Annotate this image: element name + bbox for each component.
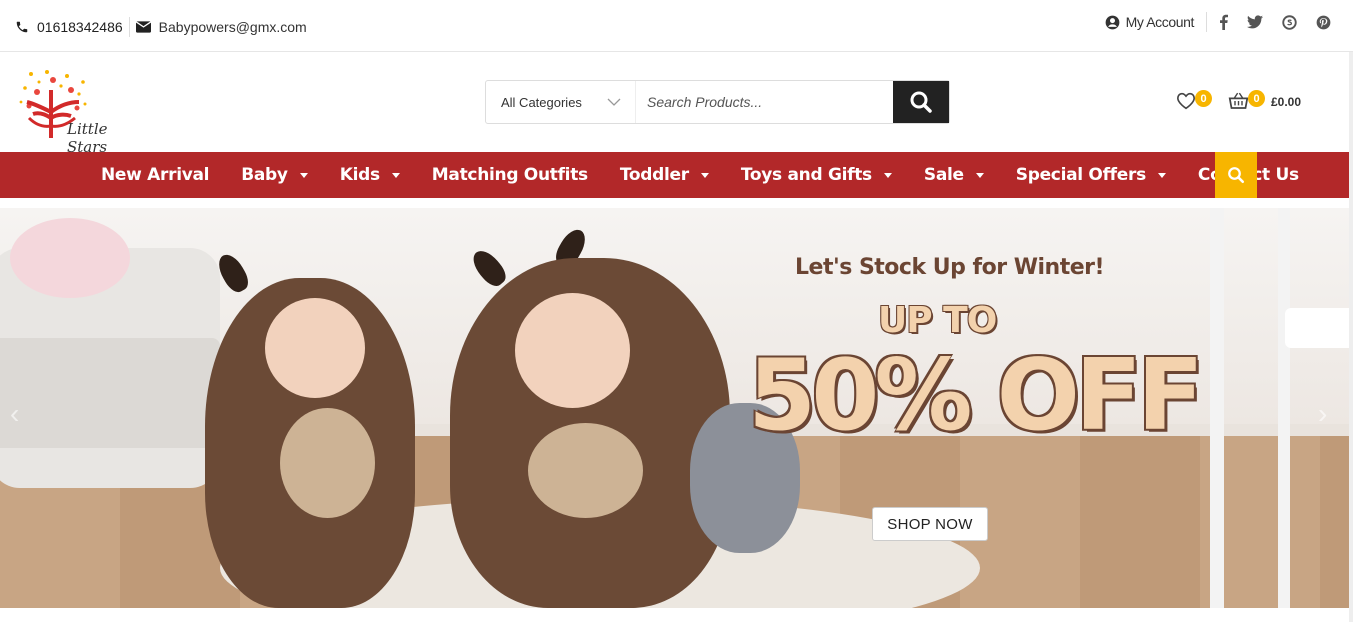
nav-item-label: Special Offers: [1015, 165, 1146, 185]
nav-item-matching-outfits[interactable]: Matching Outfits: [416, 152, 604, 198]
nav-item-baby[interactable]: Baby: [225, 152, 323, 198]
banner-armchair-seat: [0, 338, 220, 448]
nav-item-toys-and-gifts[interactable]: Toys and Gifts: [725, 152, 908, 198]
skype-icon[interactable]: [1282, 14, 1297, 30]
nav-item-label: New Arrival: [101, 165, 210, 185]
caret-down-icon: [391, 172, 400, 178]
cart-total: £0.00: [1271, 95, 1302, 109]
phone-number: 01618342486: [37, 19, 123, 35]
caret-down-icon: [700, 172, 709, 178]
search-icon: [1228, 167, 1245, 184]
caret-down-icon: [299, 172, 308, 178]
envelope-icon: [135, 21, 151, 33]
banner-lashes-box: [1285, 308, 1349, 348]
caret-down-icon: [883, 172, 892, 178]
promo-discount: 50% OFF: [748, 339, 1204, 453]
main-nav: New Arrival Baby Kids Matching Outfits Toddl…: [0, 152, 1349, 198]
nav-item-special-offers[interactable]: Special Offers: [1000, 152, 1182, 198]
my-account-label: My Account: [1125, 14, 1195, 30]
cart-count-badge: 0: [1248, 90, 1265, 107]
divider: [128, 17, 130, 37]
wishlist-count-badge: 0: [1195, 90, 1212, 107]
pinterest-icon[interactable]: [1316, 15, 1331, 30]
baby1-belly: [280, 408, 375, 518]
search-input[interactable]: [636, 81, 893, 123]
basket-icon: [1228, 92, 1249, 109]
social-links: [1206, 12, 1331, 32]
chevron-down-icon: [607, 98, 621, 106]
category-selected: All Categories: [501, 94, 582, 110]
baby1-face: [265, 298, 365, 398]
wishlist-link[interactable]: 0: [1176, 90, 1216, 112]
baby2-belly: [528, 423, 643, 518]
shop-now-button[interactable]: SHOP NOW: [872, 507, 988, 541]
nav-item-label: Sale: [923, 165, 964, 185]
nav-item-label: Baby: [241, 165, 288, 185]
baby2-face: [515, 293, 630, 408]
nav-item-new-arrival[interactable]: New Arrival: [85, 152, 225, 198]
banner-pillow: [10, 218, 130, 298]
my-account-link[interactable]: My Account: [1105, 14, 1194, 30]
nav-item-label: Matching Outfits: [431, 165, 588, 185]
prev-slide-icon[interactable]: ‹: [10, 398, 19, 430]
cart-link[interactable]: 0 £0.00: [1228, 90, 1353, 112]
nav-item-label: Toys and Gifts: [740, 165, 872, 185]
phone-link[interactable]: 01618342486: [15, 19, 123, 35]
caret-down-icon: [1157, 172, 1166, 178]
product-search: All Categories: [485, 80, 950, 124]
phone-icon: [16, 21, 28, 33]
top-bar-right: My Account: [1105, 12, 1331, 32]
facebook-icon[interactable]: [1219, 14, 1228, 30]
hero-banner[interactable]: ‹ › Let's Stock Up for Winter! UP TO 50%…: [0, 208, 1349, 608]
site-logo[interactable]: Little Stars: [17, 68, 147, 156]
caret-down-icon: [975, 172, 984, 178]
next-slide-icon[interactable]: ›: [1318, 398, 1327, 430]
category-select[interactable]: All Categories: [486, 81, 636, 123]
contact-info: 01618342486 Babypowers@gmx.com: [15, 17, 307, 37]
nav-item-sale[interactable]: Sale: [908, 152, 1000, 198]
search-icon: [910, 91, 932, 113]
promo-headline: Let's Stock Up for Winter!: [795, 255, 1105, 280]
user-circle-icon: [1105, 15, 1119, 29]
nav-item-kids[interactable]: Kids: [324, 152, 416, 198]
email-address: Babypowers@gmx.com: [158, 19, 307, 35]
top-bar: 01618342486 Babypowers@gmx.com My Accoun…: [0, 0, 1353, 52]
nav-menu: New Arrival Baby Kids Matching Outfits Toddl…: [85, 152, 1315, 198]
page-scrollbar[interactable]: [1349, 52, 1353, 622]
email-link[interactable]: Babypowers@gmx.com: [135, 19, 307, 35]
heart-icon: [1176, 92, 1196, 110]
nav-item-toddler[interactable]: Toddler: [604, 152, 725, 198]
nav-search-button[interactable]: [1215, 152, 1257, 198]
nav-item-label: Kids: [339, 165, 380, 185]
twitter-icon[interactable]: [1247, 15, 1263, 29]
banner-shelf: [1210, 208, 1290, 608]
nav-item-label: Toddler: [619, 165, 689, 185]
promo-upto: UP TO: [878, 300, 997, 341]
search-button[interactable]: [893, 81, 949, 123]
header-actions: 0 0 £0.00: [1176, 90, 1353, 112]
logo-text: Little Stars: [67, 120, 108, 156]
